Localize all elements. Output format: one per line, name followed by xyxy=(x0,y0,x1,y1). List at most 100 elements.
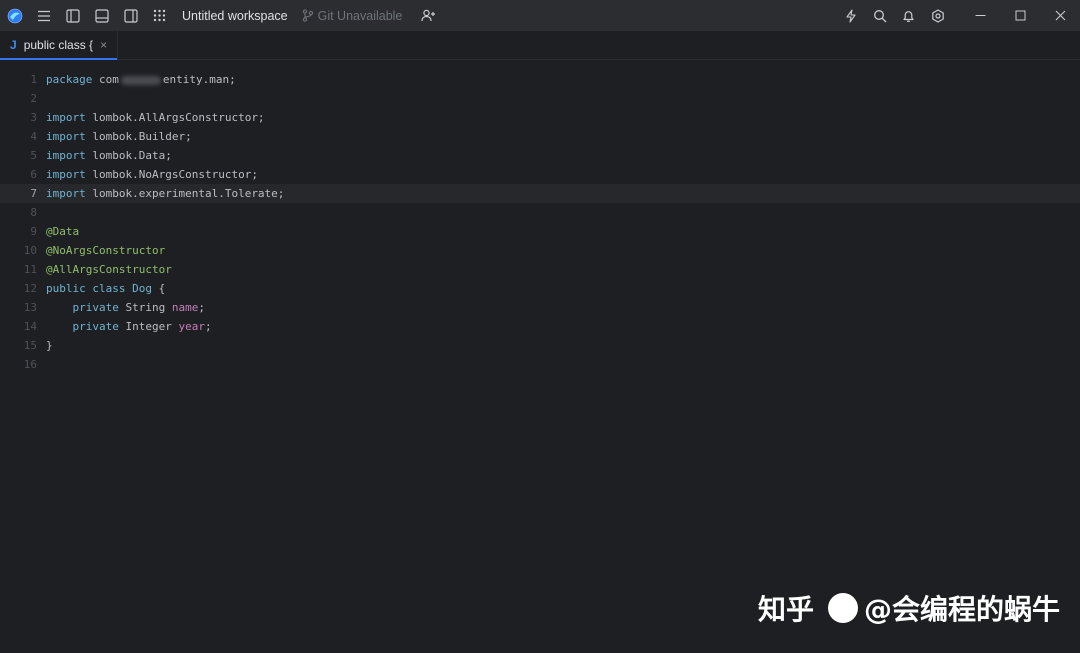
toggle-left-panel-icon[interactable] xyxy=(58,0,87,31)
code-text: public class Dog { xyxy=(46,279,165,298)
watermark-author: @会编程的蜗牛 xyxy=(864,593,1061,626)
toggle-right-panel-icon[interactable] xyxy=(116,0,145,31)
code-token: lombok.experimental.Tolerate; xyxy=(85,187,285,200)
line-number: 1 xyxy=(30,73,37,86)
watermark-site: 知乎 xyxy=(758,593,815,626)
code-line[interactable]: 14 private Integer year; xyxy=(0,317,1080,336)
tab-label: public class { xyxy=(23,38,94,52)
close-icon[interactable] xyxy=(1040,0,1080,31)
code-token: lombok.NoArgsConstructor; xyxy=(85,168,258,181)
line-number: 5 xyxy=(30,149,37,162)
code-token: ; xyxy=(198,301,205,314)
code-token: entity.man; xyxy=(162,73,236,86)
code-token: @NoArgsConstructor xyxy=(46,244,166,257)
code-line[interactable]: 11 @AllArgsConstructor xyxy=(0,260,1080,279)
code-token: class xyxy=(92,282,126,295)
line-number: 9 xyxy=(30,225,37,238)
bell-icon[interactable] xyxy=(894,0,923,31)
code-line[interactable]: 16 xyxy=(0,355,1080,374)
code-token: name xyxy=(171,301,199,314)
tab-public-class[interactable]: J public class { × xyxy=(0,31,118,60)
code-token: import xyxy=(46,168,86,181)
code-text: private String name; xyxy=(46,298,205,317)
code-token: Integer xyxy=(118,320,179,333)
code-token: @Data xyxy=(46,225,80,238)
line-number: 11 xyxy=(23,263,37,276)
code-text: private Integer year; xyxy=(46,317,212,336)
code-token: import xyxy=(46,130,86,143)
code-token: lombok.Builder; xyxy=(85,130,192,143)
java-file-icon: J xyxy=(10,38,17,52)
watermark: 知乎 @会编程的蜗牛 xyxy=(758,588,1060,628)
code-text: import lombok.Builder; xyxy=(46,127,192,146)
line-number: 2 xyxy=(30,92,37,105)
code-line[interactable]: 4 import lombok.Builder; xyxy=(0,127,1080,146)
watermark-logo-icon xyxy=(828,593,859,623)
add-person-icon[interactable] xyxy=(414,0,443,31)
code-token: package xyxy=(46,73,93,86)
git-status-label: Git Unavailable xyxy=(317,8,403,23)
line-number: 3 xyxy=(30,111,37,124)
code-text: import lombok.experimental.Tolerate; xyxy=(46,184,284,203)
code-token: lombok.AllArgsConstructor; xyxy=(85,111,265,124)
apps-grid-icon[interactable] xyxy=(145,0,174,31)
line-number: 14 xyxy=(23,320,37,333)
code-text: @NoArgsConstructor xyxy=(46,241,165,260)
code-token: Dog xyxy=(132,282,152,295)
line-number: 10 xyxy=(23,244,37,257)
code-token: private xyxy=(72,320,119,333)
code-line[interactable]: 3 import lombok.AllArgsConstructor; xyxy=(0,108,1080,127)
tab-close-icon[interactable]: × xyxy=(100,38,107,52)
line-number: 15 xyxy=(23,339,37,352)
line-number: 4 xyxy=(30,130,37,143)
lightning-icon[interactable] xyxy=(836,0,865,31)
minimize-icon[interactable] xyxy=(960,0,1000,31)
code-token: } xyxy=(46,339,53,352)
git-status[interactable]: Git Unavailable xyxy=(302,8,403,23)
toggle-bottom-panel-icon[interactable] xyxy=(87,0,116,31)
code-token: com xyxy=(92,73,119,86)
code-line[interactable]: 5 import lombok.Data; xyxy=(0,146,1080,165)
code-editor[interactable]: 1 package com entity.man; 2 3 import lombok.A… xyxy=(0,60,1080,653)
code-line[interactable]: 10 @NoArgsConstructor xyxy=(0,241,1080,260)
app-logo[interactable] xyxy=(0,0,29,31)
code-line[interactable]: 7 import lombok.experimental.Tolerate; xyxy=(0,184,1080,203)
code-token: lombok.Data; xyxy=(85,149,172,162)
code-line[interactable]: 2 xyxy=(0,89,1080,108)
hamburger-menu-icon[interactable] xyxy=(29,0,58,31)
code-line[interactable]: 15} xyxy=(0,336,1080,355)
git-branch-icon xyxy=(302,9,313,22)
code-token: @AllArgsConstructor xyxy=(46,263,172,276)
code-text: } xyxy=(46,336,53,355)
maximize-icon[interactable] xyxy=(1000,0,1040,31)
code-token: import xyxy=(46,111,86,124)
workspace-title[interactable]: Untitled workspace xyxy=(182,9,288,23)
code-line[interactable]: 13 private String name; xyxy=(0,298,1080,317)
code-token: year xyxy=(178,320,205,333)
search-icon[interactable] xyxy=(865,0,894,31)
code-text: import lombok.NoArgsConstructor; xyxy=(46,165,258,184)
code-token: ; xyxy=(204,320,212,333)
code-text: package com entity.man; xyxy=(46,70,236,89)
code-line[interactable]: 8 xyxy=(0,203,1080,222)
settings-icon[interactable] xyxy=(923,0,952,31)
code-line[interactable]: 1 package com entity.man; xyxy=(0,70,1080,89)
code-text: import lombok.AllArgsConstructor; xyxy=(46,108,265,127)
redacted-text xyxy=(120,75,161,85)
code-token: import xyxy=(46,187,86,200)
editor-tab-bar: J public class { × xyxy=(0,31,1080,60)
code-token: public xyxy=(46,282,86,295)
code-line[interactable]: 12 public class Dog { xyxy=(0,279,1080,298)
code-token: String xyxy=(118,301,172,314)
code-line[interactable]: 6 import lombok.NoArgsConstructor; xyxy=(0,165,1080,184)
code-line[interactable]: 9 @Data xyxy=(0,222,1080,241)
code-token: import xyxy=(46,149,86,162)
code-text: @AllArgsConstructor xyxy=(46,260,172,279)
line-number: 13 xyxy=(23,301,37,314)
line-number: 12 xyxy=(23,282,37,295)
line-number: 8 xyxy=(30,206,37,219)
code-text: import lombok.Data; xyxy=(46,146,172,165)
code-text: @Data xyxy=(46,222,79,241)
line-number: 6 xyxy=(30,168,37,181)
